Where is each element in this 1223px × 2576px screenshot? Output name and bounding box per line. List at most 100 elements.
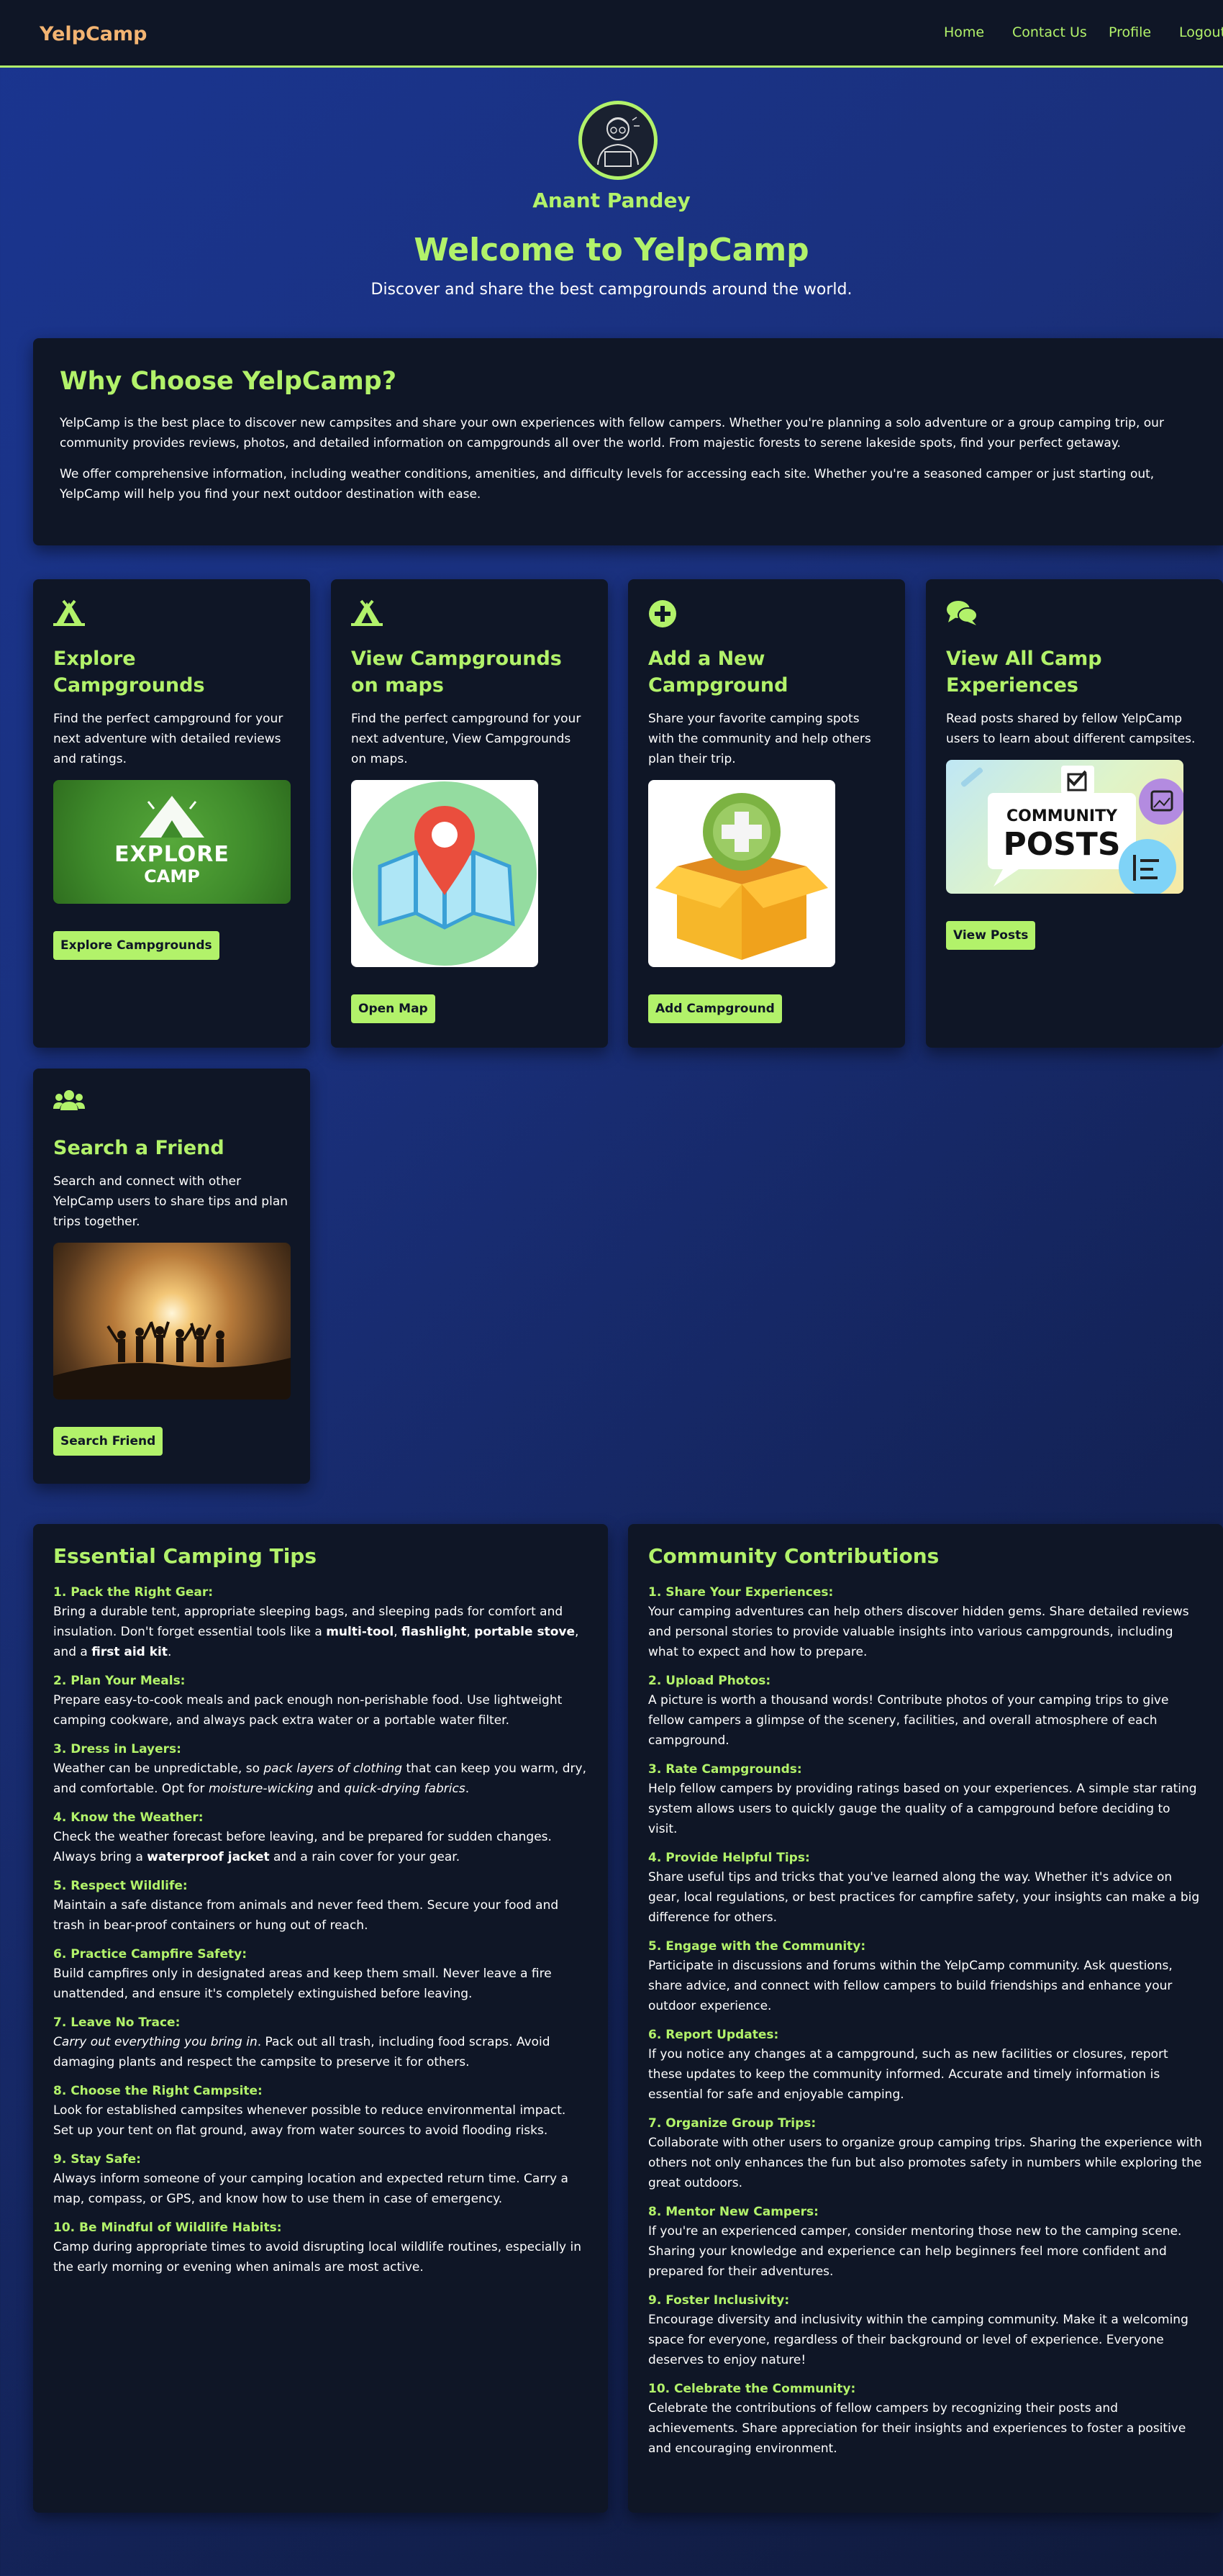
tip-text: Weather can be unpredictable, so [53,1761,264,1776]
contribution-body: Collaborate with other users to organize… [648,2136,1202,2190]
tip-body: Carry out everything you bring in. Pack … [53,2032,588,2072]
contribution-item: 7. Organize Group Trips: Collaborate with… [648,2115,1203,2193]
contribution-item: 10. Celebrate the Community: Celebrate th… [648,2380,1203,2459]
tip-title: 10. Be Mindful of Wildlife Habits: [53,2221,282,2235]
tip-item: 7. Leave No Trace: Carry out everything y… [53,2014,588,2072]
card-text: Find the perfect campground for your nex… [351,712,581,766]
comments-icon [946,599,1203,628]
page-title: Welcome to YelpCamp [414,232,809,268]
why-paragraph: We offer comprehensive information, incl… [60,467,1155,502]
tip-text: . [168,1645,172,1659]
tip-text: pack layers of clothing [263,1761,403,1776]
camping-tips-section: Essential Camping Tips 1. Pack the Right… [33,1524,608,2513]
tip-text: , [466,1625,475,1639]
contribution-item: 6. Report Updates: If you notice any chan… [648,2026,1203,2105]
add-campground-button[interactable]: Add Campground [648,994,782,1023]
tip-body: Check the weather forecast before leavin… [53,1827,588,1867]
card-title: View All Camp Experiences [946,648,1102,697]
page-subtitle: Discover and share the best campgrounds … [370,281,853,299]
contribution-title: 8. Mentor New Campers: [648,2205,819,2219]
contribution-body: Encourage diversity and inclusivity with… [648,2313,1188,2367]
explore-campgrounds-button[interactable]: Explore Campgrounds [53,931,219,960]
contribution-title: 6. Report Updates: [648,2028,779,2042]
image-caption: CAMP [144,866,200,886]
add-campground-card: Add a New Campground Share your favorite… [628,579,905,1048]
tip-body: Prepare easy-to-cook meals and pack enou… [53,1690,588,1731]
image-caption: EXPLORE [114,842,229,867]
tip-text: multi-tool [326,1625,394,1639]
tip-text: flashlight [401,1625,467,1639]
tip-item: 4. Know the Weather: Check the weather fo… [53,1809,588,1867]
tip-text: . [465,1782,470,1796]
contribution-body: Celebrate the contributions of fellow ca… [648,2401,1186,2456]
card-title: Search a Friend [53,1137,224,1159]
tip-text: Camp during appropriate times to avoid d… [53,2240,581,2275]
view-posts-button[interactable]: View Posts [946,921,1036,950]
tip-text: Maintain a safe distance from animals an… [53,1898,559,1933]
contribution-body: A picture is worth a thousand words! Con… [648,1693,1169,1748]
avatar[interactable] [578,101,658,180]
tip-text: first aid kit [91,1645,168,1659]
user-name: Anant Pandey [532,189,691,212]
tip-text: and [313,1782,345,1796]
tip-title: 4. Know the Weather: [53,1810,204,1825]
tip-body: Camp during appropriate times to avoid d… [53,2237,588,2277]
community-section: Community Contributions 1. Share Your Ex… [628,1524,1223,2513]
open-map-button[interactable]: Open Map [351,994,435,1023]
tip-text: , [394,1625,401,1639]
tip-item: 3. Dress in Layers: Weather can be unpred… [53,1741,588,1799]
tip-text: quick-drying fabrics [344,1782,465,1796]
tip-text: waterproof jacket [147,1850,270,1864]
tip-body: Bring a durable tent, appropriate sleepi… [53,1602,588,1662]
tip-item: 5. Respect Wildlife: Maintain a safe dist… [53,1877,588,1936]
view-posts-card: View All Camp Experiences Read posts sha… [926,579,1223,1048]
plus-circle-icon [648,599,885,628]
tip-text: Always inform someone of your camping lo… [53,2172,568,2206]
contribution-title: 4. Provide Helpful Tips: [648,1851,810,1865]
tip-item: 6. Practice Campfire Safety: Build campfi… [53,1946,588,2004]
contribution-body: Help fellow campers by providing ratings… [648,1782,1197,1836]
tip-title: 1. Pack the Right Gear: [53,1585,214,1600]
community-posts-image: COMMUNITY POSTS [946,760,1183,894]
nav-profile-link[interactable]: Profile [1109,24,1151,40]
tip-title: 7. Leave No Trace: [53,2015,181,2030]
nav-home-link[interactable]: Home [944,24,984,40]
contribution-item: 8. Mentor New Campers: If you're an exper… [648,2203,1203,2282]
map-image [351,780,538,967]
tip-text: Build campfires only in designated areas… [53,1967,552,2001]
contribution-item: 2. Upload Photos: A picture is worth a th… [648,1672,1203,1751]
friends-silhouette-image [53,1243,291,1400]
tip-item: 2. Plan Your Meals: Prepare easy-to-cook … [53,1672,588,1731]
tip-title: 9. Stay Safe: [53,2152,141,2167]
map-card: View Campgrounds on maps Find the perfec… [331,579,608,1048]
tip-body: Weather can be unpredictable, so pack la… [53,1759,588,1799]
tip-body: Maintain a safe distance from animals an… [53,1895,588,1936]
map-pin-icon [353,781,537,966]
contribution-body: Share useful tips and tricks that you've… [648,1870,1200,1925]
contribution-body: If you're an experienced camper, conside… [648,2224,1182,2279]
contribution-item: 4. Provide Helpful Tips: Share useful tip… [648,1849,1203,1928]
contribution-title: 7. Organize Group Trips: [648,2116,817,2131]
user-avatar-icon [597,117,640,167]
why-title: Why Choose YelpCamp? [60,367,397,396]
tip-text: Carry out everything you bring in [53,2035,258,2049]
card-title: View Campgrounds on maps [351,648,562,697]
card-title: Add a New Campground [648,648,788,697]
tips-list: 1. Pack the Right Gear: Bring a durable t… [53,1584,588,2277]
contribution-title: 2. Upload Photos: [648,1674,771,1688]
tip-text: Look for established campsites whenever … [53,2103,566,2138]
image-caption: POSTS [1003,826,1121,863]
tip-title: 3. Dress in Layers: [53,1742,181,1756]
add-box-image [648,780,835,967]
nav-contact-link[interactable]: Contact Us [1012,24,1087,40]
navbar: YelpCamp Home Contact Us Profile Logout [0,0,1223,68]
search-friend-button[interactable]: Search Friend [53,1427,163,1456]
tip-item: 8. Choose the Right Campsite: Look for es… [53,2082,588,2141]
community-title: Community Contributions [648,1544,940,1568]
card-text: Share your favorite camping spots with t… [648,712,871,766]
contribution-item: 3. Rate Campgrounds: Help fellow campers … [648,1761,1203,1839]
contribution-body: If you notice any changes at a campgroun… [648,2047,1168,2102]
users-icon [53,1089,290,1117]
tip-title: 8. Choose the Right Campsite: [53,2084,263,2098]
nav-logout-link[interactable]: Logout [1179,24,1223,40]
